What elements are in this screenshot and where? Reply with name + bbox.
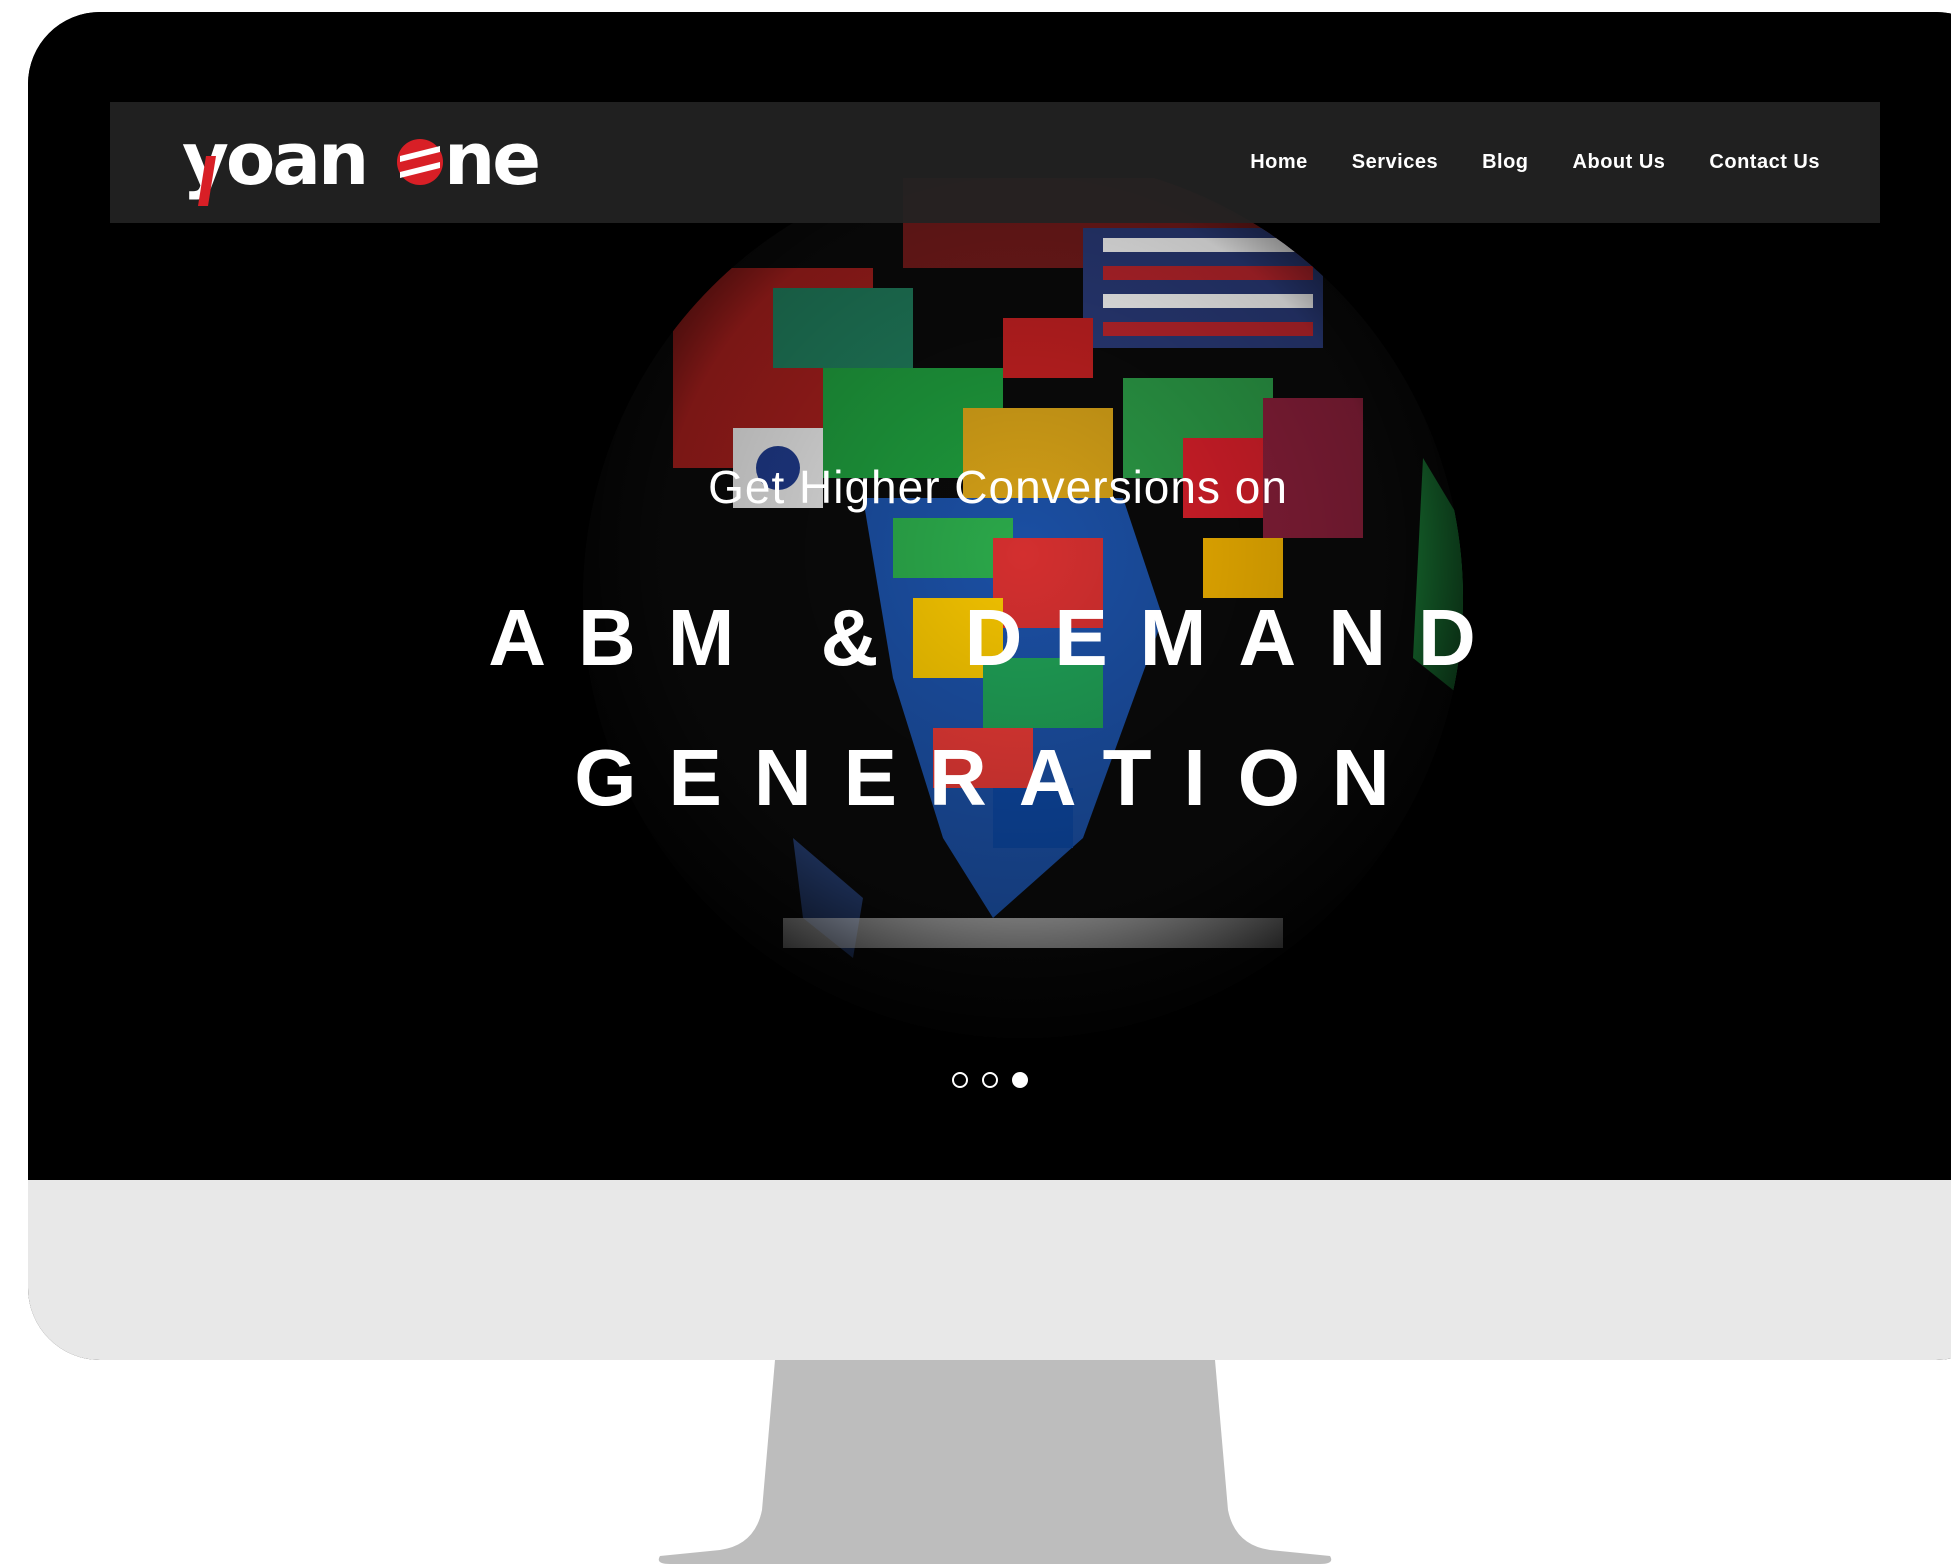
hero-title-line-1: ABM & DEMAND xyxy=(488,593,1508,682)
svg-text:ne: ne xyxy=(444,117,538,201)
monitor-frame: yoan ne Home Services Blog About Us Cont… xyxy=(28,12,1951,1360)
brand-logo[interactable]: yoan ne xyxy=(182,116,562,206)
nav-contact-us[interactable]: Contact Us xyxy=(1709,151,1820,174)
slider-dot-1[interactable] xyxy=(952,1072,968,1088)
nav-blog[interactable]: Blog xyxy=(1482,151,1528,174)
monitor-mockup: yoan ne Home Services Blog About Us Cont… xyxy=(0,0,1951,1566)
hero-title-line-2: GENERATION xyxy=(574,733,1422,822)
slider-dot-3-active[interactable] xyxy=(1012,1072,1028,1088)
site-navbar: yoan ne Home Services Blog About Us Cont… xyxy=(110,102,1880,223)
monitor-chin xyxy=(28,1180,1951,1360)
hero-subtitle: Get Higher Conversions on xyxy=(708,461,1288,513)
website-screen: yoan ne Home Services Blog About Us Cont… xyxy=(28,12,1951,1180)
main-navigation: Home Services Blog About Us Contact Us xyxy=(1250,102,1820,223)
logo-graphic: yoan ne xyxy=(182,117,541,206)
nav-services[interactable]: Services xyxy=(1352,151,1438,174)
slider-dot-2[interactable] xyxy=(982,1072,998,1088)
slider-pagination xyxy=(952,1072,1028,1088)
nav-home[interactable]: Home xyxy=(1250,151,1308,174)
nav-about-us[interactable]: About Us xyxy=(1573,151,1666,174)
